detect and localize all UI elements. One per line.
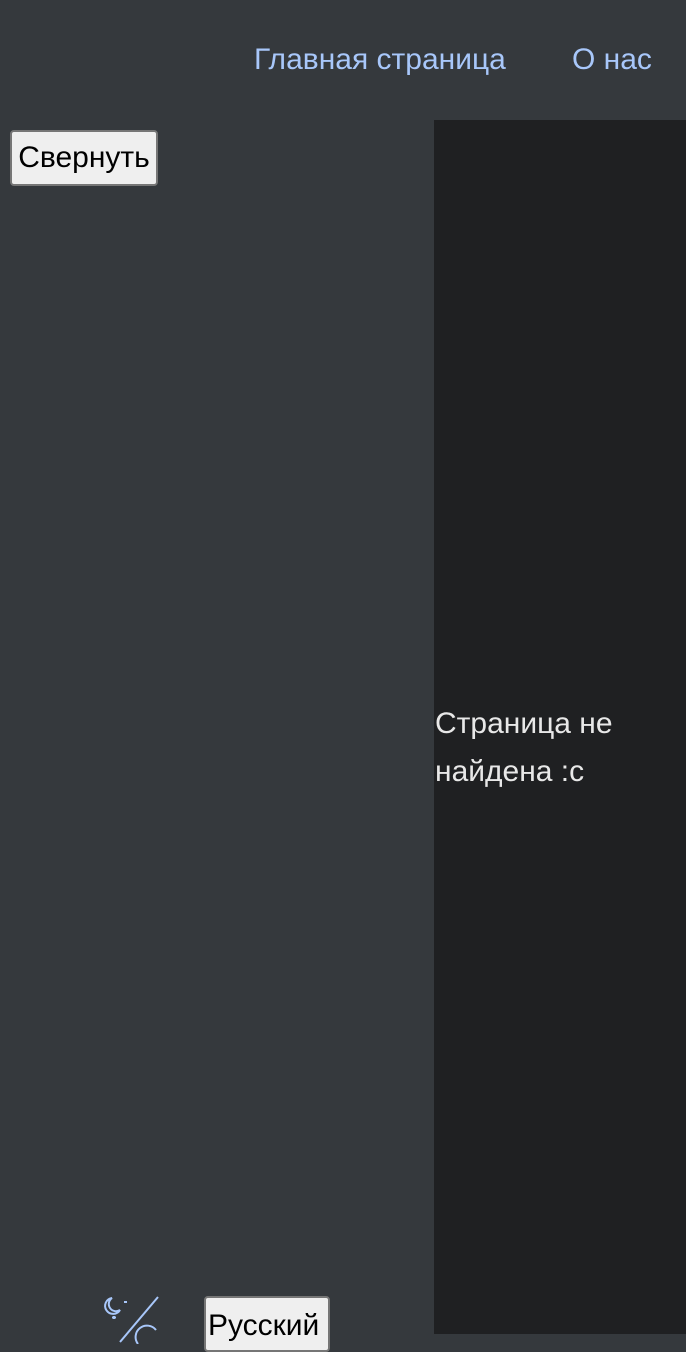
nav-link-home[interactable]: Главная страница — [254, 40, 506, 80]
language-select[interactable]: Русский — [204, 1296, 330, 1352]
nav-link-about[interactable]: О нас — [572, 40, 652, 80]
top-header: Главная страница О нас — [0, 0, 686, 120]
main-content: Страница не найдена :с — [434, 120, 686, 1334]
collapse-sidebar-button[interactable]: Свернуть — [10, 130, 158, 186]
page-not-found-message: Страница не найдена :с — [435, 707, 613, 788]
theme-toggle-button[interactable] — [100, 1294, 164, 1345]
sidebar: Свернуть Русский — [0, 120, 434, 1352]
moon-sun-toggle-icon — [104, 1296, 159, 1345]
